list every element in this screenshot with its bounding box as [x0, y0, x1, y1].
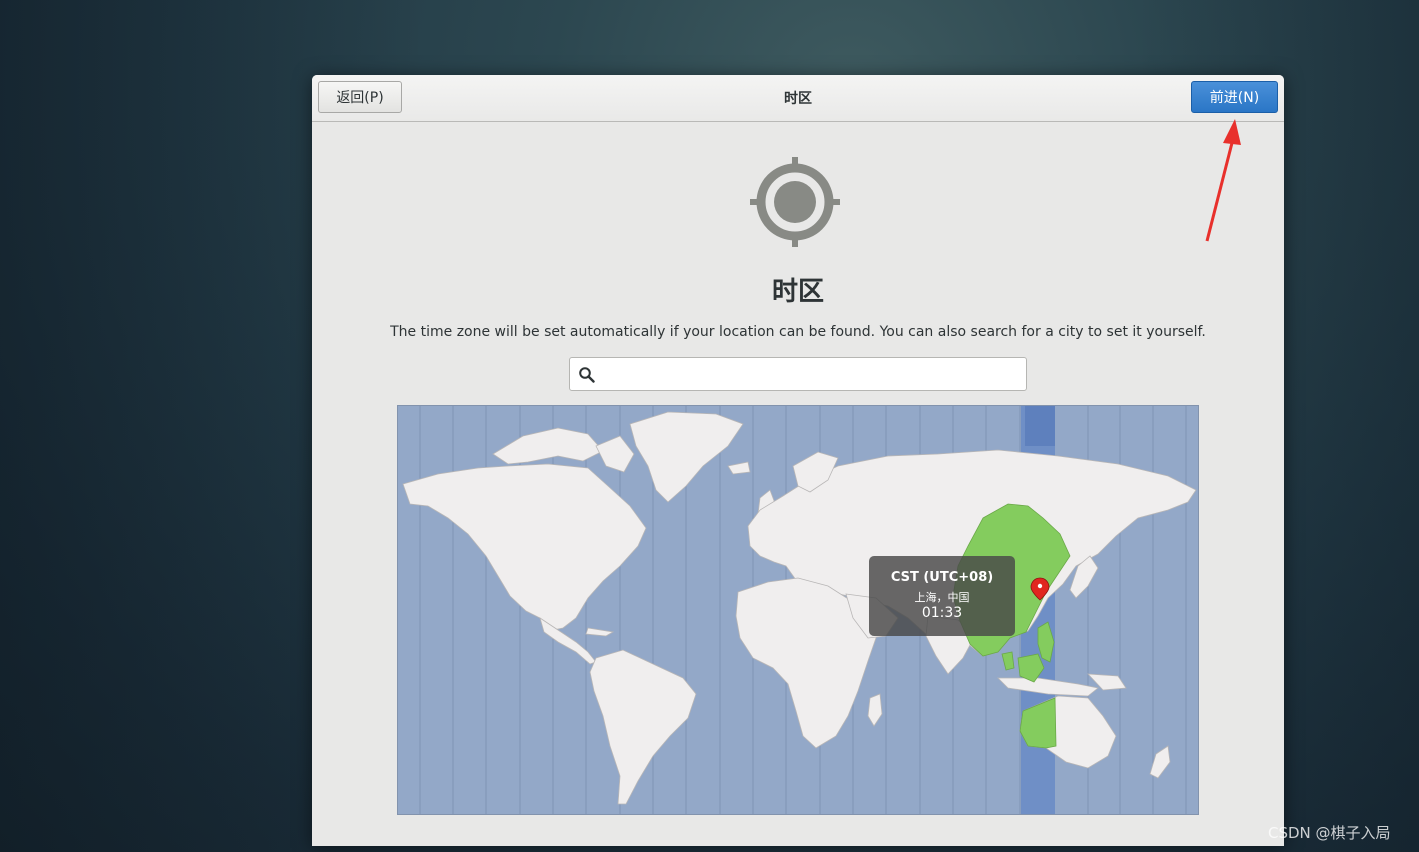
header-title: 时区: [784, 91, 812, 107]
page-title: 时区: [771, 277, 824, 307]
watermark: CSDN @棋子入局: [1268, 824, 1391, 842]
search-icon: [579, 367, 595, 383]
red-arrow-icon: [1205, 119, 1241, 242]
location-crosshair-icon: [750, 157, 840, 247]
description-text: The time zone will be set automatically …: [390, 324, 1206, 340]
timezone-current-time: 01:33: [921, 605, 963, 621]
timezone-search-box[interactable]: [569, 357, 1027, 391]
timezone-city: 上海，中国: [914, 591, 970, 604]
header-bar: 返回(P) 时区 前进(N): [312, 75, 1284, 122]
timezone-map[interactable]: [397, 405, 1199, 815]
timezone-tooltip: CST (UTC+08) 上海，中国 01:33: [869, 556, 1015, 636]
back-button[interactable]: 返回(P): [318, 81, 402, 113]
world-map[interactable]: [398, 406, 1198, 814]
installer-window: 返回(P) 时区 前进(N) 时区 The time zone will be …: [312, 75, 1284, 846]
timezone-abbreviation: CST (UTC+08): [890, 570, 994, 585]
next-button[interactable]: 前进(N): [1191, 81, 1278, 113]
search-input[interactable]: [602, 360, 1022, 390]
band-top: [1025, 406, 1055, 446]
